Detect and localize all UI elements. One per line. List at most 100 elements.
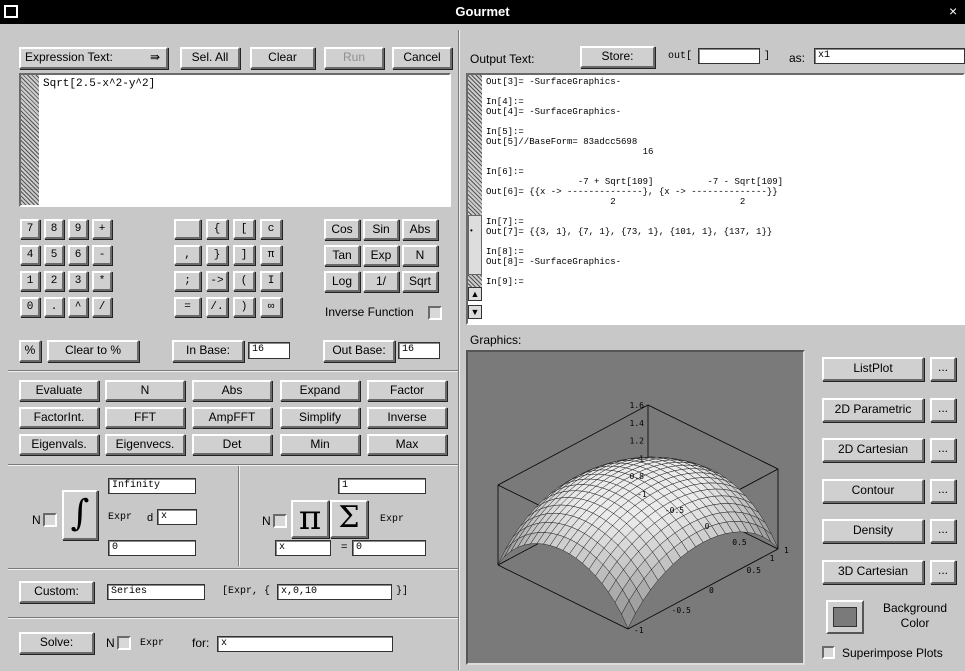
key-power-button[interactable]: ^ — [68, 297, 88, 317]
key-pi-button[interactable]: π — [260, 245, 282, 265]
output-scrollbar-thumb[interactable] — [468, 215, 482, 275]
integral-upper-field[interactable]: Infinity — [108, 478, 196, 494]
key-divide-button[interactable]: / — [92, 297, 112, 317]
op-factor-button[interactable]: Factor — [367, 380, 447, 401]
plot-contour-options-button[interactable]: ... — [930, 478, 956, 503]
run-button[interactable]: Run — [324, 47, 384, 69]
plot-2d-cartesian-options-button[interactable]: ... — [930, 438, 956, 462]
sum-variable-field[interactable]: x — [275, 540, 331, 556]
scroll-down-icon[interactable]: ▼ — [468, 305, 482, 319]
op-ampfft-button[interactable]: AmpFFT — [192, 407, 272, 428]
func-tan-button[interactable]: Tan — [324, 245, 360, 266]
op-fft-button[interactable]: FFT — [105, 407, 185, 428]
op-factorint--button[interactable]: FactorInt. — [19, 407, 99, 428]
plot-3d-cartesian-options-button[interactable]: ... — [930, 559, 956, 584]
percent-button[interactable]: % — [19, 340, 41, 362]
clear-to-percent-button[interactable]: Clear to % — [47, 340, 139, 362]
sum-lower-field[interactable]: 0 — [352, 540, 426, 556]
key-blank-button[interactable] — [174, 219, 201, 239]
clear-button[interactable]: Clear — [250, 47, 315, 69]
plot-2d-parametric-button[interactable]: 2D Parametric — [822, 397, 924, 422]
func-sqrt-button[interactable]: Sqrt — [402, 271, 438, 292]
key-open-paren-button[interactable]: ( — [233, 271, 255, 291]
key-3-button[interactable]: 3 — [68, 271, 88, 291]
plot-3d-cartesian-button[interactable]: 3D Cartesian — [822, 559, 924, 584]
store-button[interactable]: Store: — [580, 46, 655, 68]
plot-listplot-button[interactable]: ListPlot — [822, 357, 924, 381]
integral-lower-field[interactable]: 0 — [108, 540, 196, 556]
key-comma-button[interactable]: , — [174, 245, 201, 265]
key-semicolon-button[interactable]: ; — [174, 271, 201, 291]
product-button[interactable]: π — [291, 500, 329, 538]
func-sin-button[interactable]: Sin — [363, 219, 399, 240]
key-replace-all-button[interactable]: /. — [206, 297, 228, 317]
integral-button[interactable]: ∫ — [62, 490, 98, 540]
as-field[interactable]: x1 — [814, 48, 965, 64]
func-cos-button[interactable]: Cos — [324, 219, 360, 240]
func-n-button[interactable]: N — [402, 245, 438, 266]
expression-input-text[interactable]: Sqrt[2.5-x^2-y^2] — [43, 78, 155, 90]
op-simplify-button[interactable]: Simplify — [280, 407, 360, 428]
close-icon[interactable]: × — [949, 4, 963, 19]
op-evaluate-button[interactable]: Evaluate — [19, 380, 99, 401]
func-log-button[interactable]: Log — [324, 271, 360, 292]
out-index-field[interactable] — [698, 48, 760, 64]
key-4-button[interactable]: 4 — [20, 245, 40, 265]
key-dot-button[interactable]: . — [44, 297, 64, 317]
integral-n-checkbox[interactable] — [43, 513, 57, 527]
key-8-button[interactable]: 8 — [44, 219, 64, 239]
key-2-button[interactable]: 2 — [44, 271, 64, 291]
out-base-button[interactable]: Out Base: — [323, 340, 395, 362]
custom-args-field[interactable]: x,0,10 — [277, 584, 392, 600]
key-close-brace-button[interactable]: } — [206, 245, 228, 265]
custom-function-field[interactable]: Series — [107, 584, 205, 600]
op-eigenvecs--button[interactable]: Eigenvecs. — [105, 434, 185, 455]
in-base-field[interactable]: 16 — [248, 342, 290, 359]
cancel-button[interactable]: Cancel — [392, 47, 452, 69]
plot-2d-cartesian-button[interactable]: 2D Cartesian — [822, 438, 924, 462]
graphics-canvas[interactable]: 1.6 1.4 1.2 1 0.8 -1 -0.5 0 0.5 1 1 0.5 0 -0.5 -1 — [466, 350, 805, 665]
key-times-button[interactable]: * — [92, 271, 112, 291]
superimpose-checkbox[interactable] — [822, 646, 835, 659]
func-reciprocal-button[interactable]: 1/ — [363, 271, 399, 292]
out-base-field[interactable]: 16 — [398, 342, 440, 359]
key-plus-button[interactable]: + — [92, 219, 112, 239]
key-infinity-button[interactable]: ∞ — [260, 297, 282, 317]
key-close-bracket-button[interactable]: ] — [233, 245, 255, 265]
key-c-button[interactable]: c — [260, 219, 282, 239]
op-det-button[interactable]: Det — [192, 434, 272, 455]
select-all-button[interactable]: Sel. All — [180, 47, 240, 69]
func-abs-button[interactable]: Abs — [402, 219, 438, 240]
expression-text-dropdown[interactable]: Expression Text: ⇛ — [19, 47, 168, 69]
sum-upper-field[interactable]: 1 — [338, 478, 426, 494]
op-abs-button[interactable]: Abs — [192, 380, 272, 401]
func-exp-button[interactable]: Exp — [363, 245, 399, 266]
key-minus-button[interactable]: - — [92, 245, 112, 265]
scroll-up-icon[interactable]: ▲ — [468, 287, 482, 301]
plot-density-button[interactable]: Density — [822, 519, 924, 543]
key-close-paren-button[interactable]: ) — [233, 297, 255, 317]
op-min-button[interactable]: Min — [280, 434, 360, 455]
key-9-button[interactable]: 9 — [68, 219, 88, 239]
plot-density-options-button[interactable]: ... — [930, 519, 956, 543]
solve-n-checkbox[interactable] — [117, 636, 131, 650]
solve-variable-field[interactable]: x — [217, 636, 393, 652]
op-inverse-button[interactable]: Inverse — [367, 407, 447, 428]
in-base-button[interactable]: In Base: — [172, 340, 244, 362]
custom-button[interactable]: Custom: — [19, 581, 94, 603]
key-5-button[interactable]: 5 — [44, 245, 64, 265]
key-6-button[interactable]: 6 — [68, 245, 88, 265]
plot-2d-parametric-options-button[interactable]: ... — [930, 397, 956, 422]
output-text-area[interactable]: • ▲ ▼ Out[3]= -SurfaceGraphics- In[4]:= … — [466, 73, 965, 325]
sum-n-checkbox[interactable] — [273, 514, 287, 528]
key-1-button[interactable]: 1 — [20, 271, 40, 291]
key-7-button[interactable]: 7 — [20, 219, 40, 239]
expression-editor[interactable]: Sqrt[2.5-x^2-y^2] — [19, 73, 451, 207]
background-color-button[interactable] — [826, 600, 864, 634]
integral-variable-field[interactable]: x — [157, 509, 197, 525]
key-0-button[interactable]: 0 — [20, 297, 40, 317]
key-open-bracket-button[interactable]: [ — [233, 219, 255, 239]
plot-contour-button[interactable]: Contour — [822, 478, 924, 503]
sum-button[interactable]: Σ — [330, 500, 368, 538]
key-i-button[interactable]: I — [260, 271, 282, 291]
